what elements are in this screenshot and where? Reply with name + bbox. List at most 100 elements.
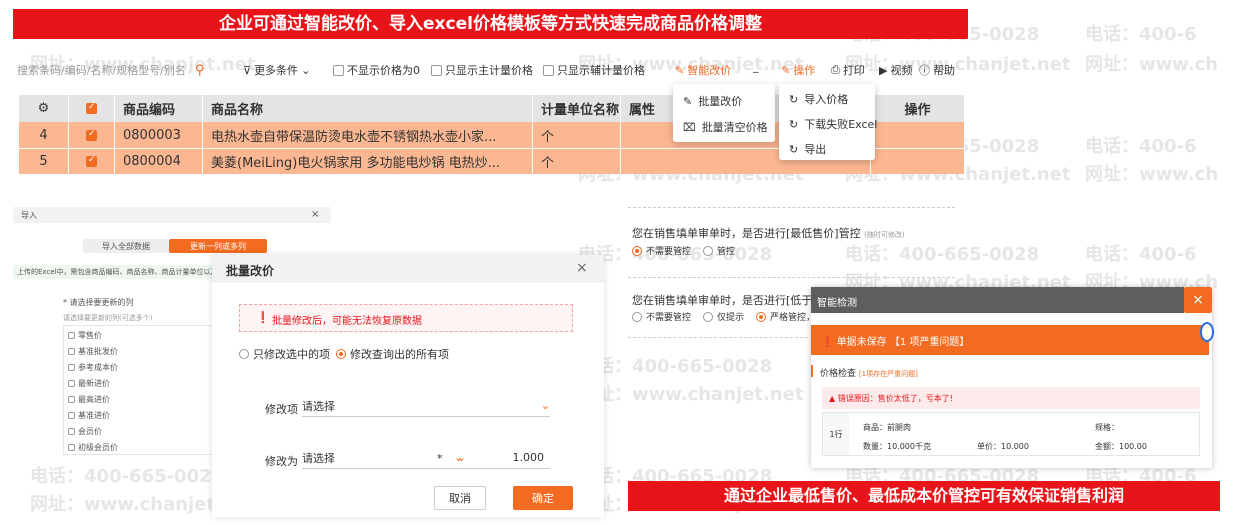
q2-opt3-radio[interactable] xyxy=(756,311,767,322)
import-hint: 上传的Excel中，需包含商品编码、商品名称、商品计量单位以及 xyxy=(17,268,213,276)
row-checkbox[interactable] xyxy=(69,149,115,174)
alert-icon: ▲ xyxy=(829,394,836,403)
print-label: 打印 xyxy=(842,64,865,77)
more-filters-label: 更多条件 xyxy=(254,64,299,77)
watermark: 电话：400-665-0028 xyxy=(30,466,225,487)
column-option[interactable]: 基准进价 xyxy=(68,410,110,421)
checkbox-icon xyxy=(333,64,344,76)
close-icon[interactable]: × xyxy=(576,260,588,276)
toolbar-separator: _ xyxy=(753,60,759,73)
row-checkbox[interactable] xyxy=(69,122,115,148)
print-button[interactable]: ⎙ 打印 xyxy=(831,62,865,78)
operate-label: 操作 xyxy=(793,64,816,77)
cancel-button[interactable]: 取消 xyxy=(434,486,486,510)
scope-selected-radio[interactable]: 只修改选中的项 xyxy=(239,346,330,362)
import-panel-header xyxy=(13,207,331,223)
column-option[interactable]: 参考成本价 xyxy=(68,362,118,373)
field-select[interactable]: 请选择 ⌄ xyxy=(302,395,550,417)
edit-icon: ✎ xyxy=(675,63,685,77)
watermark: 网址：www.chanjet.net xyxy=(578,384,804,405)
watermark: 电话：400-665-0028 xyxy=(578,356,773,377)
select-all-checkbox[interactable] xyxy=(69,95,115,122)
smart-price-button[interactable]: ✎ 智能改价 xyxy=(675,62,731,78)
column-option[interactable]: 零售价 xyxy=(68,330,102,341)
video-button[interactable]: ▶ 视频 xyxy=(879,62,912,78)
checkbox-icon xyxy=(543,64,554,76)
price-label: 单价：10.000 xyxy=(977,442,1029,451)
hide-zero-price-label: 不显示价格为0 xyxy=(347,64,420,77)
close-button[interactable]: × xyxy=(1184,287,1212,313)
search-box[interactable]: 搜索条码/编码/名称/规格型号/别名 ⚲ xyxy=(17,62,204,78)
floating-badge-icon[interactable] xyxy=(1200,322,1214,342)
bottom-banner: 通过企业最低售价、最低成本价管控可有效保证销售利润 xyxy=(628,481,1220,511)
search-input[interactable]: 搜索条码/编码/名称/规格型号/别名 xyxy=(17,62,186,78)
column-option[interactable]: 基准批发价 xyxy=(68,346,118,357)
unit-name: 个 xyxy=(533,149,621,174)
clear-icon: ⌧ xyxy=(683,120,696,134)
qty-label: 数量：10.000千克 xyxy=(863,442,931,451)
alert-text: ❗ 单据未保存 【1 项严重问题】 xyxy=(821,337,970,348)
only-aux-unit-checkbox[interactable]: 只显示辅计量价格 xyxy=(543,62,645,78)
column-option[interactable]: 会员价 xyxy=(68,426,102,437)
column-option[interactable]: 初级会员价 xyxy=(68,442,118,453)
actions-cell xyxy=(871,122,965,148)
q2-opt1-radio[interactable] xyxy=(632,311,642,322)
modal-title: 批量改价 xyxy=(226,264,275,278)
search-icon[interactable]: ⚲ xyxy=(195,63,205,78)
product-name: 美菱(MeiLing)电火锅家用 多功能电炒锅 电热炒... xyxy=(203,149,533,174)
watermark: 网址：www.ch xyxy=(1085,164,1219,185)
column-header-code[interactable]: 商品编码 xyxy=(115,95,203,122)
only-main-unit-checkbox[interactable]: 只显示主计量价格 xyxy=(431,62,533,78)
scope-all-radio[interactable]: 修改查询出的所有项 xyxy=(336,346,449,362)
amount-label: 金额：100.00 xyxy=(1095,442,1147,451)
sub-label: 请选择要更新的列(可选多个) xyxy=(63,314,153,322)
field-label: 修改项 xyxy=(265,403,298,416)
smart-price-label: 智能改价 xyxy=(687,64,732,77)
edit-icon: ✎ xyxy=(781,63,791,77)
error-text: ▲ 错误原因：售价太低了，亏本了! xyxy=(829,394,953,403)
close-icon[interactable]: × xyxy=(311,209,319,220)
help-icon: ⓘ xyxy=(919,64,930,77)
dialog-header xyxy=(811,287,1184,313)
more-filters-button[interactable]: ⊽ 更多条件 ⌄ xyxy=(243,62,310,78)
menu-item-label: 批量清空价格 xyxy=(701,121,768,134)
hide-zero-price-checkbox[interactable]: 不显示价格为0 xyxy=(333,62,420,78)
operate-button[interactable]: ✎ 操作 xyxy=(781,62,815,78)
divider xyxy=(628,277,955,278)
column-header-name[interactable]: 商品名称 xyxy=(203,95,533,122)
section-title: 价格检查 [1项存在严重问题] xyxy=(820,369,918,379)
alert-icon: ❗ xyxy=(821,337,834,348)
tab-update-columns[interactable]: 更新一列或多列 xyxy=(169,239,267,253)
column-option[interactable]: 最新进价 xyxy=(68,378,110,389)
column-option[interactable]: 最高进价 xyxy=(68,394,110,405)
watermark: 电话：400-665-0028 xyxy=(845,244,1040,265)
menu-item-batch-price[interactable]: ✎ 批量改价 xyxy=(683,93,742,109)
watermark: 电话：400-6 xyxy=(1085,24,1197,45)
menu-item-batch-clear[interactable]: ⌧ 批量清空价格 xyxy=(683,119,768,135)
menu-item-label: 导入价格 xyxy=(804,93,849,106)
q1-opt2-radio[interactable] xyxy=(703,245,714,256)
q2-options: 不需要管控 仅提示 严格管控， xyxy=(632,310,815,323)
warning-box: ❗ 批量修改后，可能无法恢复原数据 xyxy=(239,304,573,332)
menu-item-import-price[interactable]: ↻ 导入价格 xyxy=(789,91,848,107)
gear-icon[interactable]: ⚙ xyxy=(19,95,69,122)
menu-item-label: 批量改价 xyxy=(698,95,743,108)
q1-opt1-radio[interactable] xyxy=(632,245,642,256)
tab-import-all[interactable]: 导入全部数据 xyxy=(83,239,169,253)
refresh-icon: ↻ xyxy=(789,142,799,156)
product-name: 电热水壶自带保温防烫电水壶不锈钢热水壶小家... xyxy=(203,122,533,148)
column-header-unit[interactable]: 计量单位名称 xyxy=(533,95,621,122)
required-label: * 请选择要更新的列 xyxy=(63,298,134,307)
alert-icon: ❗ xyxy=(256,311,270,324)
confirm-button[interactable]: 确定 xyxy=(513,486,573,510)
chevron-down-icon: ⌄ xyxy=(540,399,550,412)
menu-item-download-failed[interactable]: ↻ 下载失败Excel xyxy=(789,116,877,132)
menu-item-export[interactable]: ↻ 导出 xyxy=(789,141,826,157)
q1-options: 不需要管控 管控 xyxy=(632,244,735,257)
checkbox-icon xyxy=(431,64,442,76)
factor-input[interactable]: ⌄ 1.000 xyxy=(454,447,550,469)
q2-opt2-radio[interactable] xyxy=(703,311,714,322)
help-button[interactable]: ⓘ 帮助 xyxy=(919,62,955,78)
column-options-list: 零售价 基准批发价 参考成本价 最新进价 最高进价 基准进价 会员价 初级会员价 xyxy=(63,325,215,455)
radio-icon xyxy=(239,349,249,359)
